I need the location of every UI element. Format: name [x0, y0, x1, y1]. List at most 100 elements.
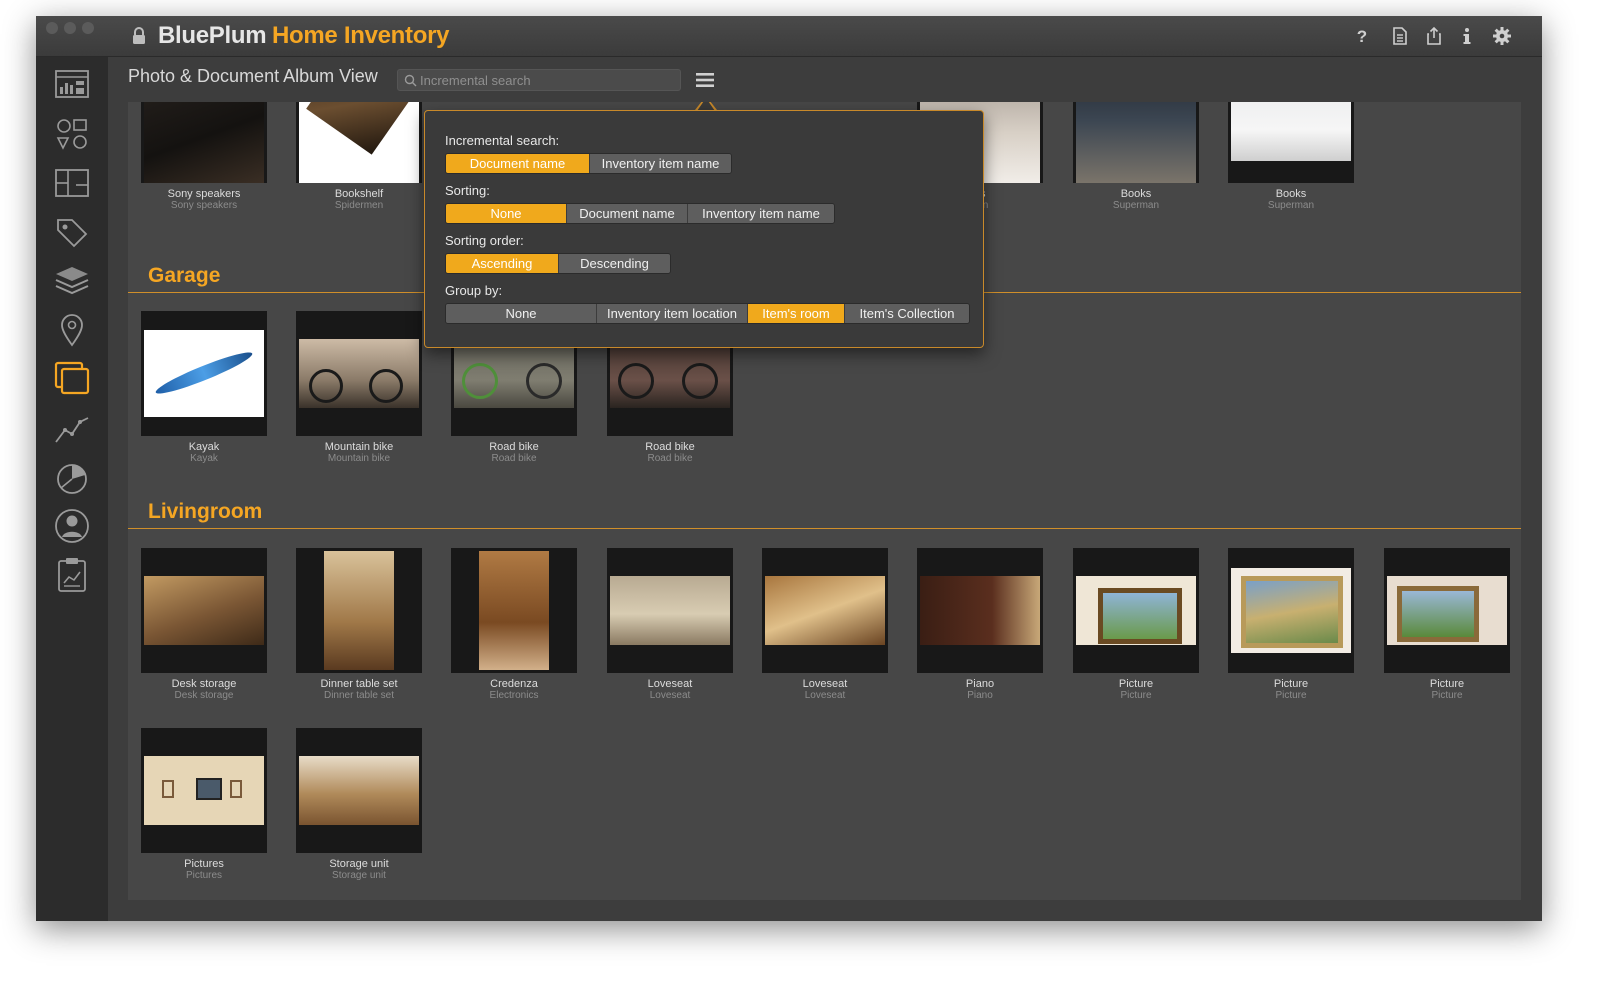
photo-card[interactable]: Mountain bike Mountain bike — [296, 311, 422, 464]
sidebar — [36, 57, 108, 921]
item-name: Books — [1120, 188, 1152, 200]
photo-card[interactable]: Books Superman — [1073, 102, 1199, 211]
item-subtitle: Electronics — [489, 690, 539, 701]
tags-icon[interactable] — [52, 212, 92, 252]
photo-card[interactable]: Bookshelf Spidermen — [296, 102, 422, 211]
sorting-option-none[interactable]: None — [446, 204, 567, 223]
search-input[interactable] — [420, 72, 670, 88]
app-title: BluePlum — [158, 22, 267, 49]
item-name: Pictures — [184, 858, 224, 870]
photo-card[interactable]: Loveseat Loveseat — [607, 548, 733, 701]
photo-thumbnail — [451, 548, 577, 673]
item-name: Picture — [1118, 678, 1154, 690]
item-name: Road bike — [489, 441, 539, 453]
photo-thumbnail — [762, 548, 888, 673]
group-by-option-items-room[interactable]: Item's room — [748, 304, 845, 323]
photo-card[interactable]: Kayak Kayak — [141, 311, 267, 464]
photo-card[interactable]: Sony speakers Sony speakers — [141, 102, 267, 211]
photo-thumbnail — [296, 548, 422, 673]
photo-card[interactable]: Dinner table set Dinner table set — [296, 548, 422, 701]
item-name: Books — [1275, 188, 1307, 200]
photo-thumbnail — [1228, 548, 1354, 673]
share-icon[interactable] — [1424, 26, 1444, 46]
group-divider — [128, 528, 1521, 529]
sorting-option-inventory-item-name[interactable]: Inventory item name — [688, 204, 834, 223]
item-subtitle: Picture — [1120, 690, 1152, 701]
photo-card[interactable]: Books Superman — [1228, 102, 1354, 211]
photo-thumbnail — [1228, 102, 1354, 183]
help-icon[interactable]: ? — [1352, 26, 1372, 46]
item-name: Picture — [1429, 678, 1465, 690]
photo-thumbnail — [917, 548, 1043, 673]
gear-icon[interactable] — [1492, 26, 1512, 46]
photo-thumbnail — [296, 102, 422, 183]
photo-thumbnail — [296, 728, 422, 853]
photo-thumbnail — [1384, 548, 1510, 673]
incremental-search-option-inventory-item-name[interactable]: Inventory item name — [590, 154, 731, 173]
item-name: Dinner table set — [320, 678, 398, 690]
photo-card[interactable]: Picture Picture — [1384, 548, 1510, 701]
photo-card[interactable]: Desk storage Desk storage — [141, 548, 267, 701]
album-view-icon[interactable] — [52, 359, 92, 399]
options-popover: Incremental search: Document name Invent… — [424, 110, 984, 348]
collections-icon[interactable] — [52, 261, 92, 301]
item-name: Loveseat — [802, 678, 848, 690]
lock-icon — [133, 27, 145, 44]
photo-card[interactable]: Pictures Pictures — [141, 728, 267, 881]
items-icon[interactable] — [52, 114, 92, 154]
item-name: Piano — [965, 678, 995, 690]
rooms-icon[interactable] — [52, 163, 92, 203]
photo-card[interactable]: Credenza Electronics — [451, 548, 577, 701]
item-subtitle: Storage unit — [332, 870, 386, 881]
item-subtitle: Superman — [1112, 200, 1160, 211]
pie-chart-icon[interactable] — [52, 457, 92, 497]
photo-card[interactable]: Loveseat Loveseat — [762, 548, 888, 701]
info-icon[interactable] — [1457, 26, 1477, 46]
sorting-order-option-descending[interactable]: Descending — [559, 254, 670, 273]
item-name: Storage unit — [329, 858, 389, 870]
zoom-window-button[interactable] — [82, 22, 94, 34]
photo-thumbnail — [141, 102, 267, 183]
sorting-label: Sorting: — [445, 183, 490, 198]
group-title: Garage — [148, 264, 221, 287]
incremental-search-option-document-name[interactable]: Document name — [446, 154, 590, 173]
item-name: Kayak — [188, 441, 220, 453]
app-window: BluePlum Home Inventory ? Photo & Docume… — [36, 16, 1542, 921]
close-window-button[interactable] — [46, 22, 58, 34]
sorting-order-option-ascending[interactable]: Ascending — [446, 254, 559, 273]
chart-icon[interactable] — [52, 408, 92, 448]
sorting-segmented-control: None Document name Inventory item name — [445, 203, 835, 224]
group-by-option-items-collection[interactable]: Item's Collection — [845, 304, 969, 323]
photo-card[interactable]: Piano Piano — [917, 548, 1043, 701]
minimize-window-button[interactable] — [64, 22, 76, 34]
item-name: Bookshelf — [334, 188, 384, 200]
options-menu-button[interactable] — [695, 70, 715, 90]
user-icon[interactable] — [52, 506, 92, 546]
item-subtitle: Dinner table set — [323, 690, 395, 701]
view-title: Photo & Document Album View — [128, 66, 378, 86]
group-by-label: Group by: — [445, 283, 503, 298]
item-name: Credenza — [490, 678, 538, 690]
photo-thumbnail — [1073, 548, 1199, 673]
group-by-option-none[interactable]: None — [446, 304, 597, 323]
photo-card[interactable]: Storage unit Storage unit — [296, 728, 422, 881]
group-by-segmented-control: None Inventory item location Item's room… — [445, 303, 970, 324]
photo-card[interactable]: Picture Picture — [1073, 548, 1199, 701]
photo-card[interactable]: Picture Picture — [1228, 548, 1354, 701]
locations-icon[interactable] — [52, 310, 92, 350]
app-title-accent: Home Inventory — [272, 22, 450, 49]
dashboard-icon[interactable] — [52, 65, 92, 105]
search-field[interactable] — [397, 69, 681, 91]
report-icon[interactable] — [52, 555, 92, 595]
item-subtitle: Mountain bike — [327, 453, 391, 464]
item-name: Sony speakers — [167, 188, 241, 200]
svg-text:?: ? — [1357, 27, 1367, 46]
item-name: Desk storage — [171, 678, 237, 690]
document-icon[interactable] — [1390, 26, 1410, 46]
photo-thumbnail — [141, 311, 267, 436]
sorting-option-document-name[interactable]: Document name — [567, 204, 688, 223]
item-subtitle: Piano — [967, 690, 993, 701]
group-by-option-item-location[interactable]: Inventory item location — [597, 304, 748, 323]
incremental-search-label: Incremental search: — [445, 133, 560, 148]
item-subtitle: Kayak — [190, 453, 218, 464]
